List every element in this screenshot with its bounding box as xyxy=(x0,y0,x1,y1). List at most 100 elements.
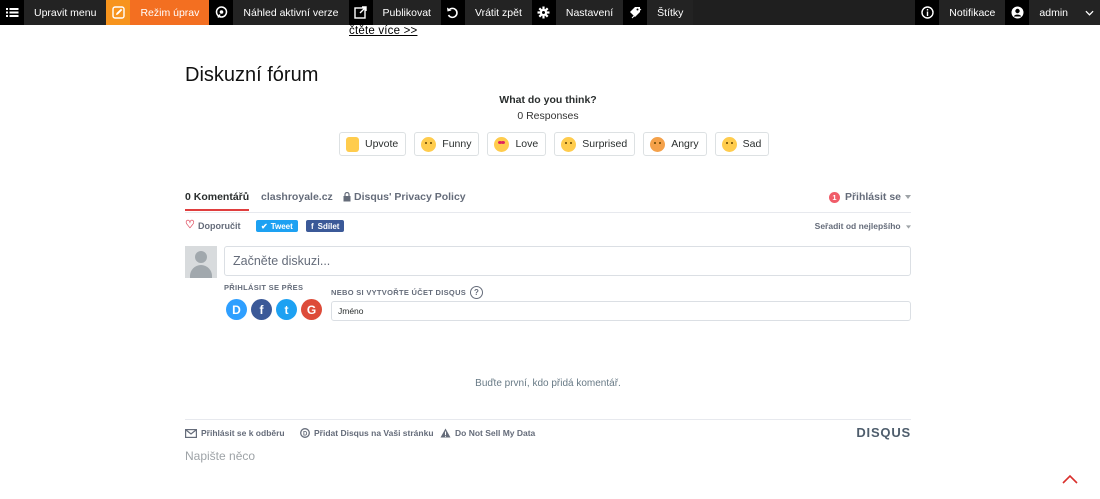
svg-text:D: D xyxy=(303,431,308,437)
tweet-label: Tweet xyxy=(270,221,293,231)
notification-badge: 1 xyxy=(828,191,840,203)
help-icon[interactable]: ? xyxy=(470,286,484,299)
empty-state-text: Buďte první, kdo přidá komentář. xyxy=(475,378,621,389)
sort-dropdown[interactable]: Seřadit od nejlepšího xyxy=(815,221,911,231)
user-label: admin xyxy=(1029,0,1078,25)
recommend-button[interactable]: Doporučit xyxy=(198,221,241,231)
avatar xyxy=(185,246,217,278)
tab-comments[interactable]: 0 Komentářů xyxy=(185,191,250,211)
notifications-label: Notifikace xyxy=(939,0,1006,25)
twitter-login-icon[interactable]: t xyxy=(276,299,297,320)
login-menu[interactable]: 1 Přihlásit se xyxy=(828,191,911,203)
toolbar-right: Notifikace admin xyxy=(915,0,1100,25)
disqus-login-icon[interactable]: D xyxy=(226,299,247,320)
thumbs-up-icon xyxy=(346,136,359,152)
facebook-icon: f xyxy=(311,221,314,231)
create-account-label: NEBO SI VYTVOŘTE ÚČET DISQUS ? xyxy=(331,286,484,299)
scroll-to-top-icon[interactable] xyxy=(1062,474,1078,484)
privacy-label: Disqus' Privacy Policy xyxy=(354,191,466,203)
subscribe-link[interactable]: Přihlásit se k odběru xyxy=(185,428,285,438)
notifications-button[interactable]: Notifikace xyxy=(915,0,1006,25)
page-title: Diskuzní fórum xyxy=(185,64,319,86)
publish-button[interactable]: Publikovat xyxy=(348,0,441,25)
twitter-icon: ✔ xyxy=(261,221,268,231)
settings-label: Nastavení xyxy=(555,0,624,25)
heart-icon: ♡ xyxy=(185,219,195,231)
caret-down-icon xyxy=(906,225,911,229)
sad-face-icon xyxy=(721,136,737,152)
heart-eyes-face-icon xyxy=(494,136,510,152)
gear-icon xyxy=(531,0,556,25)
preview-button[interactable]: Náhled aktivní verze xyxy=(209,0,349,25)
revert-label: Vrátit zpět xyxy=(464,0,532,25)
lock-icon xyxy=(343,192,351,202)
toolbar-left: Upravit menu Režim úprav Náhled aktivní … xyxy=(0,0,694,25)
reaction-sad[interactable]: Sad xyxy=(714,132,770,156)
user-icon xyxy=(1005,0,1030,25)
tweet-button[interactable]: ✔ Tweet xyxy=(256,220,298,232)
settings-button[interactable]: Nastavení xyxy=(531,0,624,25)
info-icon xyxy=(915,0,940,25)
edit-mode-button[interactable]: Režim úprav xyxy=(106,0,210,25)
user-menu-button[interactable]: admin xyxy=(1005,0,1100,25)
share-label: Sdílet xyxy=(317,221,340,231)
disqus-logo[interactable]: DISQUS xyxy=(856,425,911,440)
share-button[interactable]: f Sdílet xyxy=(306,220,345,232)
reaction-angry[interactable]: Angry xyxy=(643,132,707,156)
tab-community[interactable]: clashroyale.cz xyxy=(261,191,333,203)
disqus-icon: D xyxy=(300,428,310,438)
reaction-label: Upvote xyxy=(365,138,399,150)
reaction-label: Funny xyxy=(442,138,472,150)
tab-privacy-policy[interactable]: Disqus' Privacy Policy xyxy=(343,191,466,203)
reactions-question: What do you think? xyxy=(499,94,597,106)
reaction-funny[interactable]: Funny xyxy=(414,132,480,156)
list-icon xyxy=(0,0,24,25)
edit-menu-label: Upravit menu xyxy=(24,0,107,25)
login-via-label: PŘIHLÁSIT SE PŘES xyxy=(224,283,304,292)
admin-toolbar: Upravit menu Režim úprav Náhled aktivní … xyxy=(0,0,1100,25)
read-more-link[interactable]: čtěte více >> xyxy=(349,25,417,37)
reaction-label: Sad xyxy=(742,138,762,150)
avatar-body xyxy=(190,265,212,278)
avatar-head xyxy=(195,251,207,263)
reactions-count: 0 Responses xyxy=(517,110,579,122)
write-something-text: Napište něco xyxy=(185,449,256,463)
tags-icon xyxy=(623,0,648,25)
disqus-footer: Přihlásit se k odběru D Přidat Disqus na… xyxy=(185,419,911,440)
chevron-down-icon xyxy=(1078,0,1100,25)
edit-menu-button[interactable]: Upravit menu xyxy=(0,0,107,25)
laughing-face-icon xyxy=(421,136,437,152)
comment-input[interactable]: Začněte diskuzi... xyxy=(224,246,911,276)
reaction-love[interactable]: Love xyxy=(487,132,547,156)
tags-button[interactable]: Štítky xyxy=(623,0,694,25)
reaction-upvote[interactable]: Upvote xyxy=(339,132,407,156)
edit-mode-label: Režim úprav xyxy=(130,0,210,25)
publish-label: Publikovat xyxy=(372,0,441,25)
add-disqus-link[interactable]: D Přidat Disqus na Vaši stránku xyxy=(300,428,434,438)
do-not-sell-link[interactable]: Do Not Sell My Data xyxy=(440,428,535,438)
name-field[interactable]: Jméno xyxy=(331,301,911,321)
undo-icon xyxy=(440,0,465,25)
surprised-face-icon xyxy=(561,136,577,152)
reaction-surprised[interactable]: Surprised xyxy=(554,132,636,156)
envelope-icon xyxy=(185,428,197,438)
login-label: Přihlásit se xyxy=(844,191,901,203)
tags-label: Štítky xyxy=(647,0,694,25)
create-account-text: NEBO SI VYTVOŘTE ÚČET DISQUS xyxy=(331,288,467,297)
google-login-icon[interactable]: G xyxy=(301,299,322,320)
external-link-icon xyxy=(348,0,373,25)
reaction-label: Angry xyxy=(671,138,699,150)
angry-face-icon xyxy=(650,136,666,152)
reactions-bar: Upvote Funny Love Surprised Angry Sad xyxy=(339,132,770,156)
disqus-nav: 0 Komentářů clashroyale.cz Disqus' Priva… xyxy=(185,188,911,213)
caret-down-icon xyxy=(905,195,911,199)
do-not-sell-label: Do Not Sell My Data xyxy=(455,428,536,438)
warning-icon xyxy=(440,428,451,438)
preview-icon xyxy=(209,0,234,25)
subscribe-label: Přihlásit se k odběru xyxy=(201,428,285,438)
reaction-label: Love xyxy=(515,138,539,150)
revert-button[interactable]: Vrátit zpět xyxy=(440,0,532,25)
add-disqus-label: Přidat Disqus na Vaši stránku xyxy=(314,428,434,438)
disqus-actions: ♡ Doporučit ✔ Tweet f Sdílet Seřadit od … xyxy=(185,219,911,233)
facebook-login-icon[interactable]: f xyxy=(251,299,272,320)
